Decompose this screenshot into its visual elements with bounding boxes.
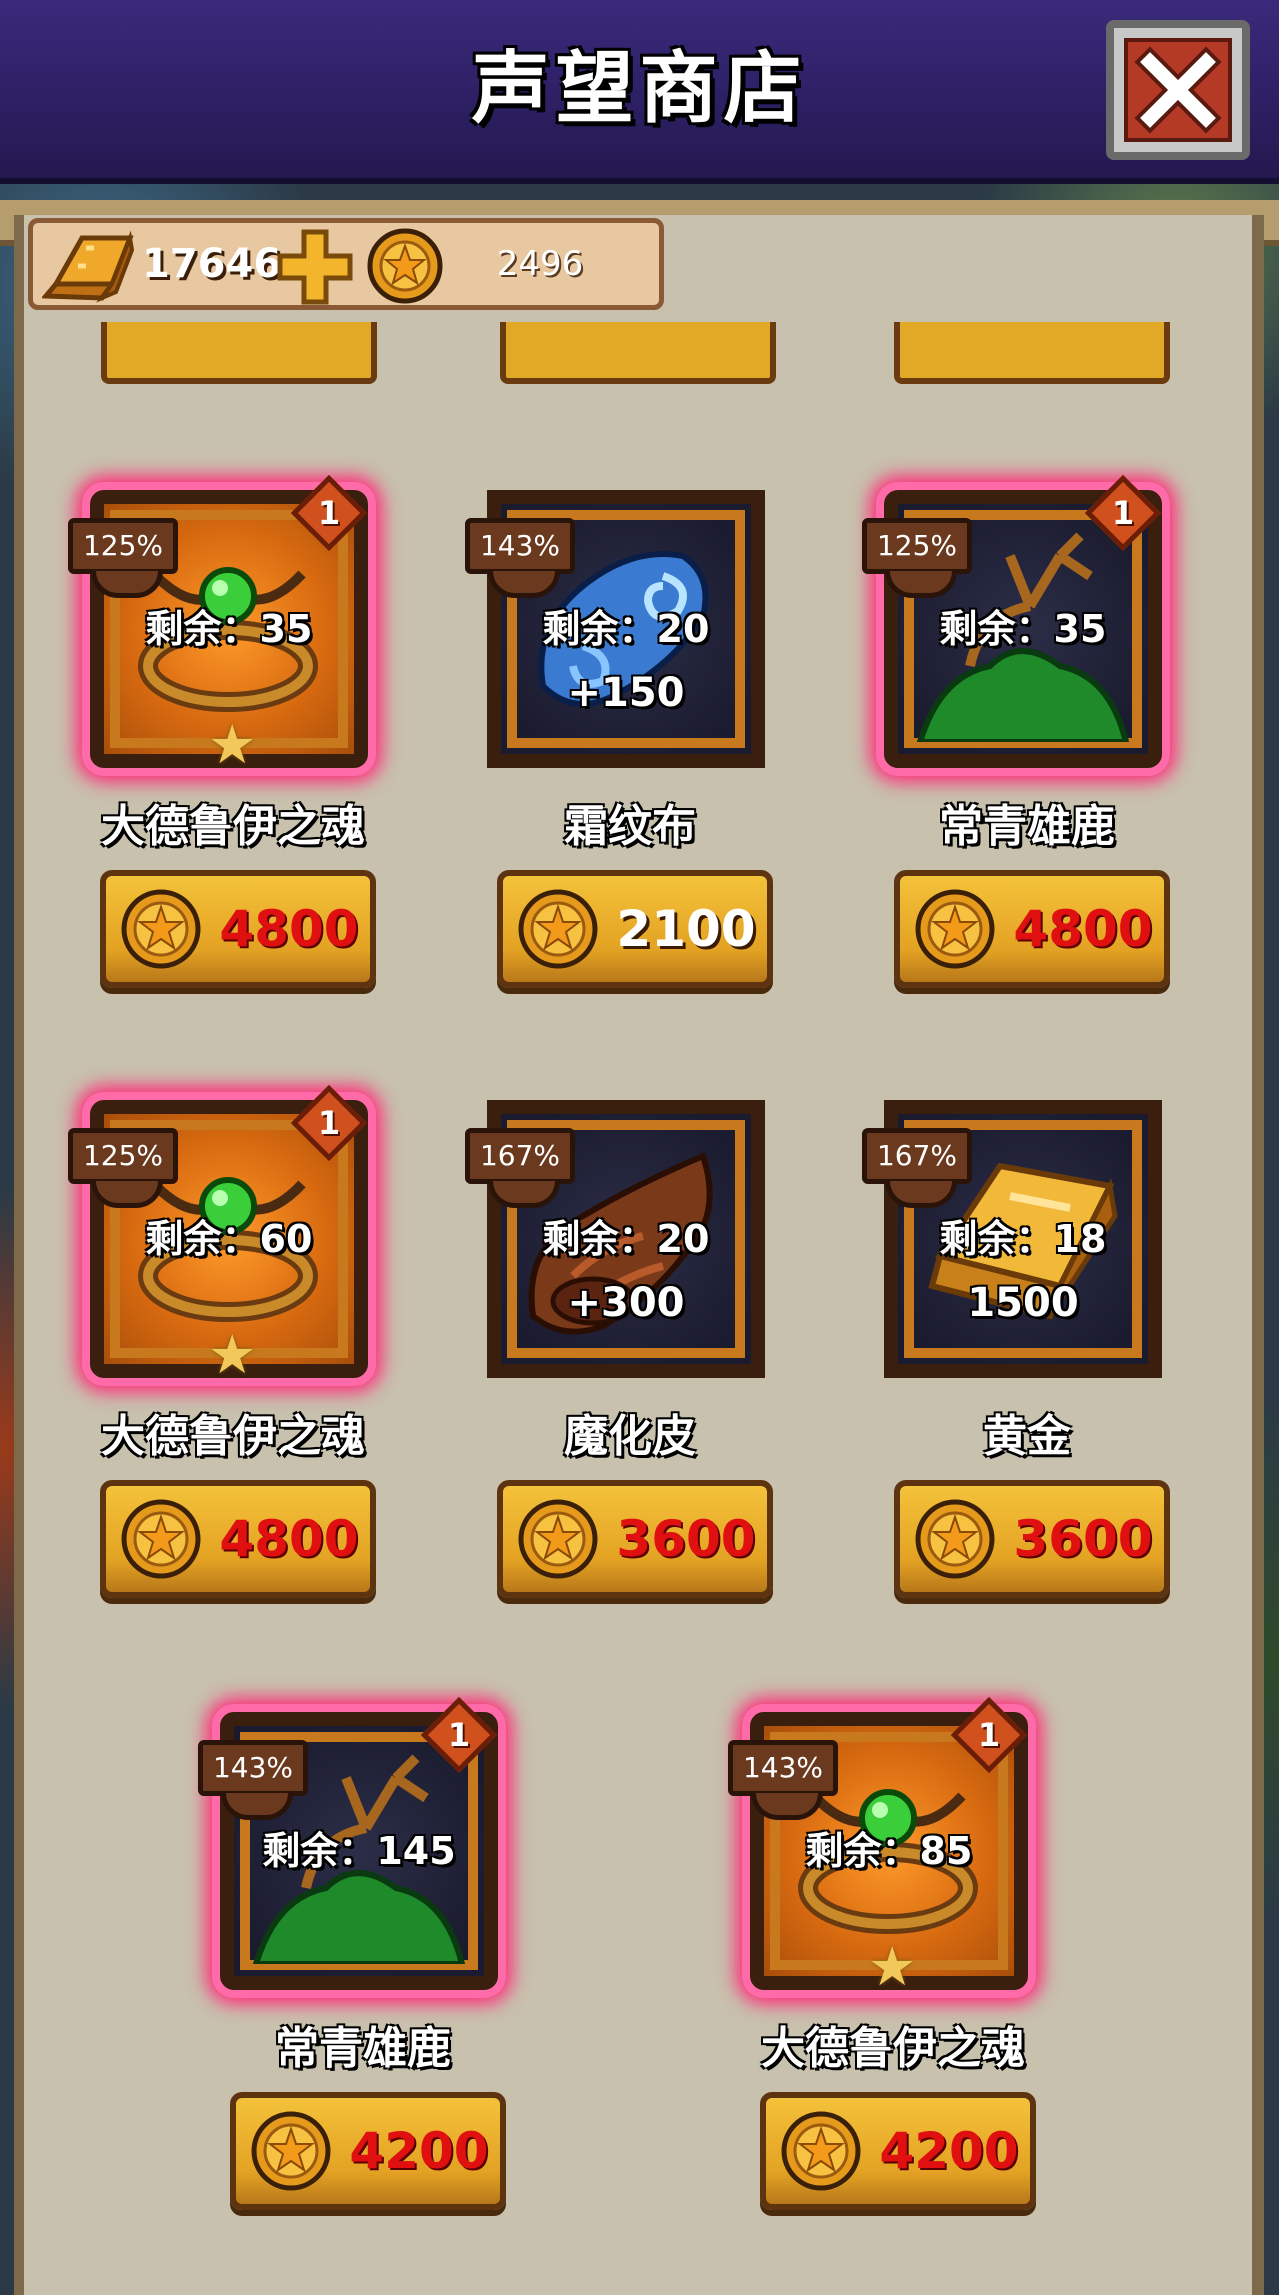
item-name: 魔化皮 <box>564 1411 696 1462</box>
purchase-limit-count: 1 <box>977 1716 1001 1754</box>
item-name: 大德鲁伊之魂 <box>761 2023 1025 2074</box>
shop-item[interactable]: 143% 1 剩余：145 常青雄鹿 4200 <box>198 1696 508 2232</box>
shop-item[interactable]: 167% 剩余：20 +300 魔化皮 3600 <box>465 1100 775 1620</box>
purchase-limit-badge: 1 <box>290 474 368 552</box>
reputation-coin-amount: 2496 <box>496 244 584 284</box>
buy-button[interactable]: 4200 <box>230 2092 506 2210</box>
discount-percent-badge: 143% <box>198 1740 308 1820</box>
shop-item[interactable]: 167% 剩余：18 1500 黄金 3600 <box>862 1100 1172 1620</box>
discount-percent-badge: 167% <box>465 1128 575 1208</box>
gold-bar-icon <box>42 230 135 303</box>
item-price: 4800 <box>219 900 359 958</box>
plus-icon[interactable] <box>276 228 354 306</box>
gold-amount: 17646 <box>142 241 282 287</box>
buy-button[interactable]: 2100 <box>497 870 773 988</box>
purchase-limit-badge: 1 <box>290 1084 368 1162</box>
item-price: 3600 <box>616 1510 756 1568</box>
discount-percent-badge: 143% <box>465 518 575 598</box>
price-button-cut-off[interactable] <box>101 322 377 384</box>
close-button[interactable] <box>1106 20 1250 160</box>
star-icon: ★ <box>208 1323 257 1386</box>
shop-item[interactable]: 125% 1 剩余：35 常青雄鹿 4800 <box>862 474 1172 1010</box>
star-icon: ★ <box>208 713 257 776</box>
discount-percent-badge: 167% <box>862 1128 972 1208</box>
reputation-coin-icon <box>517 888 599 974</box>
shop-item[interactable]: 143% 剩余：20 +150 霜纹布 2100 <box>465 490 775 1010</box>
reputation-coin-icon <box>120 888 202 974</box>
item-quantity: +300 <box>567 1280 685 1326</box>
purchase-limit-badge: 1 <box>1084 474 1162 552</box>
buy-button[interactable]: 3600 <box>497 1480 773 1598</box>
item-name: 黄金 <box>983 1411 1071 1462</box>
purchase-limit-count: 1 <box>447 1716 471 1754</box>
reputation-coin-icon <box>914 1498 996 1584</box>
buy-button[interactable]: 3600 <box>894 1480 1170 1598</box>
purchase-limit-count: 1 <box>1111 494 1135 532</box>
purchase-limit-badge: 1 <box>950 1696 1028 1774</box>
reputation-coin-icon <box>367 228 443 304</box>
item-price: 4800 <box>1013 900 1153 958</box>
reputation-coin-icon <box>120 1498 202 1584</box>
reputation-coin-icon <box>250 2110 332 2196</box>
item-price: 4200 <box>879 2122 1019 2180</box>
shop-item[interactable]: 125% 1 剩余：60 ★ 大德鲁伊之魂 4800 <box>68 1084 378 1620</box>
buy-button[interactable]: 4800 <box>894 870 1170 988</box>
buy-button[interactable]: 4800 <box>100 870 376 988</box>
shop-item[interactable]: 125% 1 剩余：35 ★ 大德鲁伊之魂 4800 <box>68 474 378 1010</box>
discount-percent-badge: 125% <box>862 518 972 598</box>
item-price: 4200 <box>349 2122 489 2180</box>
star-icon: ★ <box>868 1935 917 1998</box>
discount-percent-badge: 125% <box>68 1128 178 1208</box>
discount-percent-badge: 125% <box>68 518 178 598</box>
item-price: 3600 <box>1013 1510 1153 1568</box>
purchase-limit-count: 1 <box>317 1104 341 1142</box>
remaining-stock: 剩余：20 <box>542 607 710 651</box>
remaining-stock: 剩余：145 <box>262 1829 456 1873</box>
item-name: 常青雄鹿 <box>275 2023 451 2074</box>
reputation-coin-icon <box>780 2110 862 2196</box>
remaining-stock: 剩余：85 <box>805 1829 973 1873</box>
remaining-stock: 剩余：35 <box>145 607 313 651</box>
price-button-cut-off[interactable] <box>894 322 1170 384</box>
buy-button[interactable]: 4800 <box>100 1480 376 1598</box>
item-price: 2100 <box>616 900 756 958</box>
remaining-stock: 剩余：18 <box>939 1217 1107 1261</box>
item-name: 霜纹布 <box>564 801 696 852</box>
item-price: 4800 <box>219 1510 359 1568</box>
item-quantity: 1500 <box>967 1280 1079 1326</box>
remaining-stock: 剩余：35 <box>939 607 1107 651</box>
close-icon <box>1134 46 1222 134</box>
purchase-limit-badge: 1 <box>420 1696 498 1774</box>
discount-percent-badge: 143% <box>728 1740 838 1820</box>
reputation-coin-icon <box>914 888 996 974</box>
shop-header: 声望商店 <box>0 0 1279 178</box>
page-title: 声望商店 <box>471 44 808 134</box>
remaining-stock: 剩余：20 <box>542 1217 710 1261</box>
price-button-cut-off[interactable] <box>500 322 776 384</box>
item-quantity: +150 <box>567 670 685 716</box>
shop-item[interactable]: 143% 1 剩余：85 ★ 大德鲁伊之魂 4200 <box>728 1696 1038 2232</box>
reputation-coin-icon <box>517 1498 599 1584</box>
item-name: 大德鲁伊之魂 <box>101 801 365 852</box>
item-name: 常青雄鹿 <box>939 801 1115 852</box>
buy-button[interactable]: 4200 <box>760 2092 1036 2210</box>
item-name: 大德鲁伊之魂 <box>101 1411 365 1462</box>
purchase-limit-count: 1 <box>317 494 341 532</box>
remaining-stock: 剩余：60 <box>145 1217 313 1261</box>
